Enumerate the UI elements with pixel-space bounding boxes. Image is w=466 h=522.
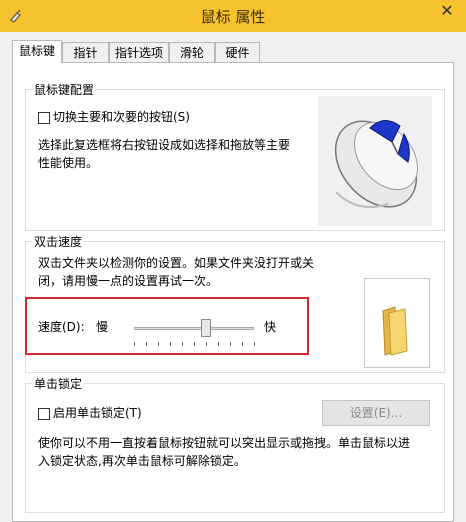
test-folder-area[interactable] bbox=[364, 278, 430, 368]
click-lock-checkbox[interactable] bbox=[38, 407, 50, 420]
click-lock-group: 单击锁定 启用单击锁定(T) 设置(E)... 使你可以不用一直按着鼠标按钮就可… bbox=[25, 375, 445, 513]
click-lock-desc-line2: 入锁定状态,再次单击鼠标可解除锁定。 bbox=[38, 454, 246, 468]
button-config-group: 鼠标键配置 切换主要和次要的按钮(S) 选择此复选框将右按钮设成如选择和拖放等主… bbox=[25, 81, 445, 231]
button-config-desc-line2: 性能使用。 bbox=[38, 156, 99, 170]
button-config-title: 鼠标键配置 bbox=[32, 81, 97, 98]
click-lock-settings-button[interactable]: 设置(E)... bbox=[322, 400, 430, 426]
switch-buttons-checkbox[interactable] bbox=[38, 111, 50, 124]
close-icon[interactable]: ✕ bbox=[434, 0, 460, 22]
title-bar[interactable]: 鼠标 属性 ✕ bbox=[0, 0, 466, 32]
tab-pointer-options[interactable]: 指针选项 bbox=[109, 42, 169, 62]
speed-highlight-box bbox=[25, 297, 309, 355]
tab-panel: 鼠标键配置 切换主要和次要的按钮(S) 选择此复选框将右按钮设成如选择和拖放等主… bbox=[12, 62, 454, 522]
click-lock-title: 单击锁定 bbox=[32, 375, 85, 392]
click-lock-row[interactable]: 启用单击锁定(T) bbox=[38, 404, 142, 422]
button-config-desc-line1: 选择此复选框将右按钮设成如选择和拖放等主要 bbox=[38, 138, 291, 152]
click-lock-description: 使你可以不用一直按着鼠标按钮就可以突出显示或拖拽。单击鼠标以进 入锁定状态,再次… bbox=[38, 434, 438, 470]
double-click-desc-line2: 闭，请用慢一点的设置再试一次。 bbox=[38, 274, 219, 288]
switch-buttons-label[interactable]: 切换主要和次要的按钮(S) bbox=[53, 110, 190, 124]
double-click-description: 双击文件夹以检测你的设置。如果文件夹没打开或关 闭，请用慢一点的设置再试一次。 bbox=[38, 254, 348, 290]
click-lock-label[interactable]: 启用单击锁定(T) bbox=[53, 406, 142, 420]
tab-buttons[interactable]: 鼠标键 bbox=[12, 40, 62, 63]
folder-icon[interactable] bbox=[365, 279, 429, 367]
switch-buttons-row[interactable]: 切换主要和次要的按钮(S) bbox=[38, 108, 190, 126]
double-click-title: 双击速度 bbox=[32, 233, 85, 250]
tab-pointers[interactable]: 指针 bbox=[62, 42, 109, 62]
mouse-illustration-icon bbox=[334, 120, 419, 208]
button-config-description: 选择此复选框将右按钮设成如选择和拖放等主要 性能使用。 bbox=[38, 136, 328, 172]
mouse-preview bbox=[318, 96, 432, 226]
window-title: 鼠标 属性 bbox=[200, 8, 266, 26]
tab-hardware[interactable]: 硬件 bbox=[215, 42, 260, 62]
double-click-desc-line1: 双击文件夹以检测你的设置。如果文件夹没打开或关 bbox=[38, 256, 315, 270]
click-lock-desc-line1: 使你可以不用一直按着鼠标按钮就可以突出显示或拖拽。单击鼠标以进 bbox=[38, 436, 411, 450]
tab-wheel[interactable]: 滑轮 bbox=[169, 42, 215, 62]
